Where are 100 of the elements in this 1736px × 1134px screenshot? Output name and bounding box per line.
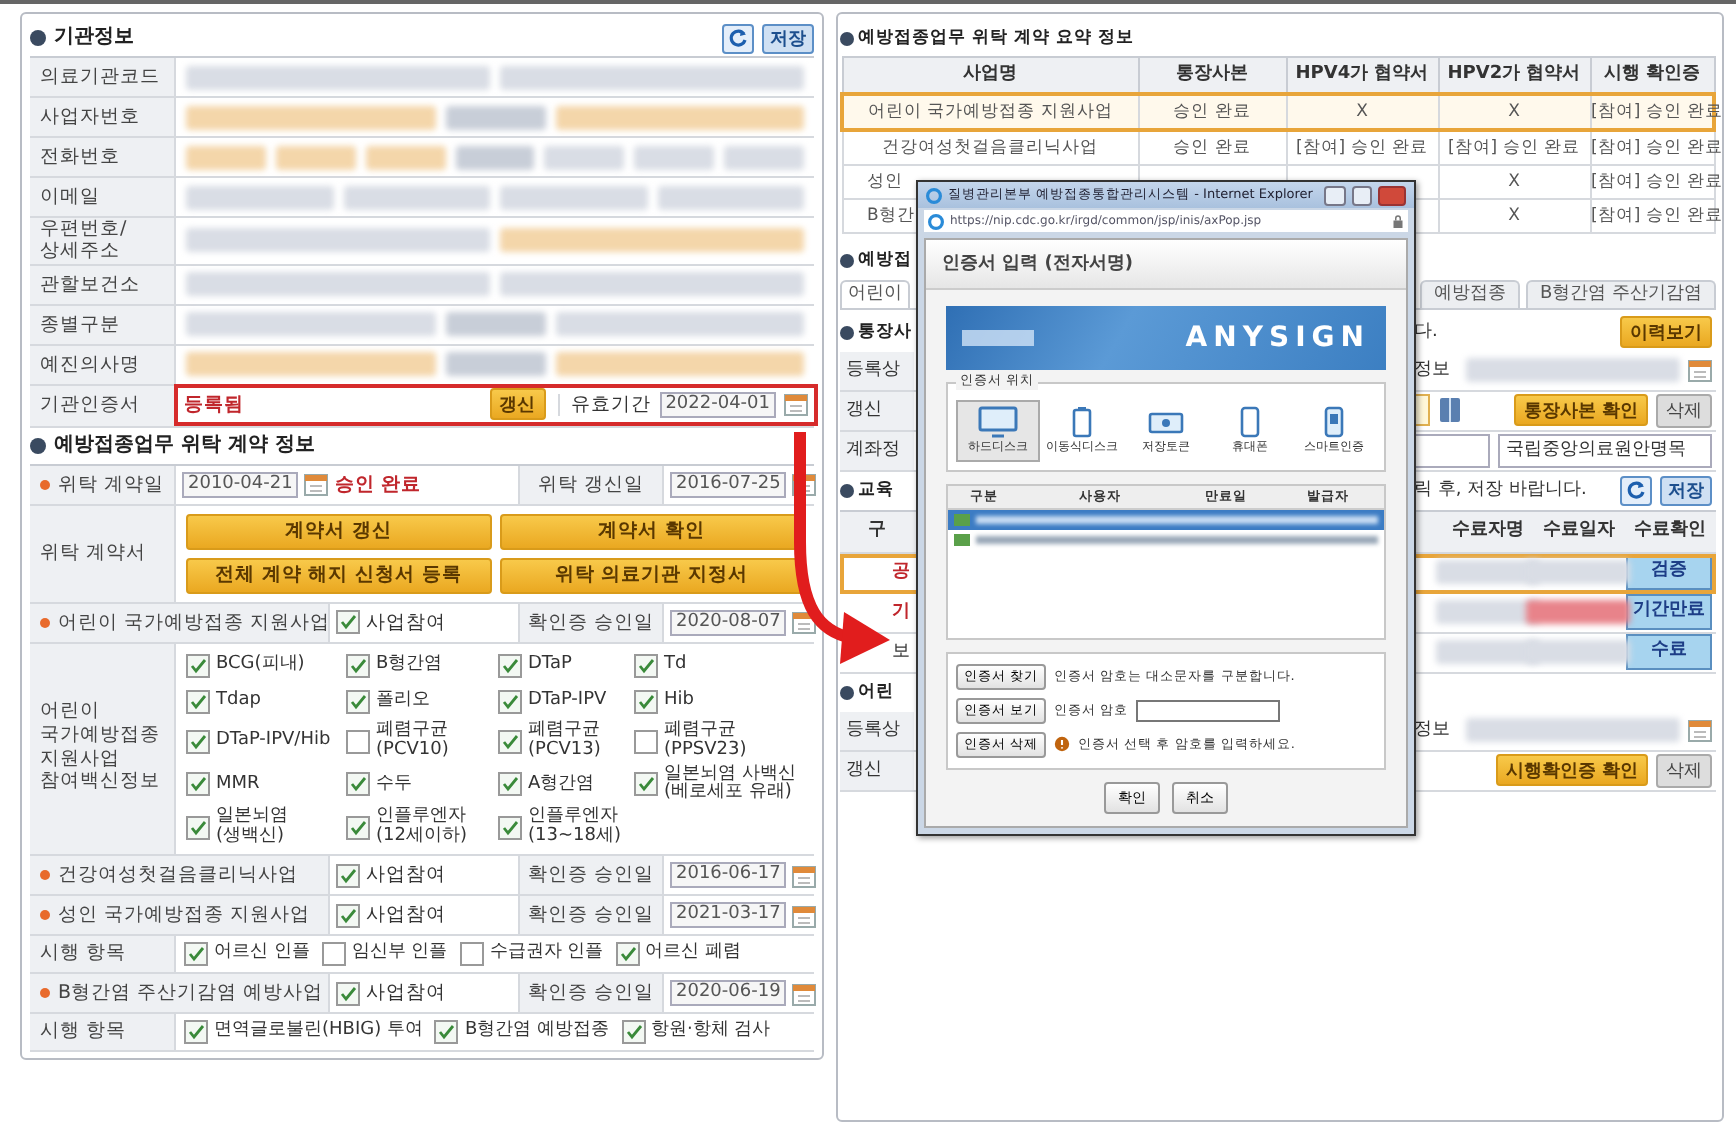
section-title: 어린	[858, 682, 894, 703]
row-label: 위탁 계약일	[58, 473, 165, 496]
section-title: 교육	[858, 480, 894, 501]
table-cell: X	[1356, 101, 1368, 122]
field-label: 확인증 승인일	[520, 856, 664, 895]
field-label: 유효기간	[557, 393, 652, 416]
row-label: 등록상	[840, 351, 914, 390]
checkbox-label: 어르신 인플	[214, 944, 310, 965]
table-cell: [참여] 승인 완료	[1295, 137, 1429, 158]
column-header: 수료자명	[1449, 520, 1526, 543]
checkbox-label: Tdap	[216, 691, 261, 712]
column-header: HPV2가 협약서	[1438, 57, 1590, 94]
checkbox-label: 임신부 인플	[351, 944, 448, 965]
row-label: 계좌정	[840, 431, 914, 470]
section-title: 기관정보	[54, 26, 134, 50]
checkbox-label: 어르신 폐렴	[645, 944, 741, 965]
row-label: 이메일	[30, 178, 176, 216]
row-label: 관할보건소	[30, 265, 176, 304]
row-label: 위탁 계약서	[30, 505, 176, 602]
checkbox-label: 항원·항체 검사	[651, 1022, 771, 1043]
checkbox-label: 일본뇌염 사백신 (베로세포 유래)	[664, 765, 796, 805]
checkbox-label: 사업참여	[366, 863, 446, 887]
table-cell: 건강여성첫걸음클리닉사업	[882, 137, 1098, 158]
checkbox-label: 사업참여	[366, 903, 446, 927]
row-label: 갱신	[840, 751, 914, 790]
checkbox-label: 사업참여	[366, 981, 446, 1005]
row-label: B형간염 주산기감염 예방사업	[58, 981, 324, 1005]
table-cell: X	[1508, 205, 1520, 226]
field-label: 확인증 승인일	[520, 896, 664, 935]
checkbox-label: B형간염	[376, 655, 443, 676]
checkbox-label: 폴리오	[376, 691, 430, 712]
table-cell: 공	[892, 561, 910, 584]
checkbox-label: DTaP	[528, 655, 572, 676]
checkbox-label: BCG(피내)	[216, 655, 305, 676]
checkbox-label: MMR	[216, 775, 260, 795]
table-cell: 성인	[867, 171, 903, 192]
row-label: 갱신	[840, 391, 914, 430]
table-cell: 승인 완료	[1173, 101, 1251, 122]
checkbox-label: 사업참여	[366, 611, 446, 634]
row-label: 의료기관코드	[30, 58, 176, 96]
row-label: 기관인증서	[30, 385, 176, 426]
column-header: 구	[866, 520, 888, 543]
row-label: 어린이 국가예방접종 지원사업 참여백신정보	[30, 643, 176, 855]
row-label: 성인 국가예방접종 지원사업	[58, 903, 311, 927]
status-text: 등록됨	[184, 393, 244, 416]
checkbox-label: A형간염	[528, 775, 595, 795]
column-header: 시행 확인증	[1590, 57, 1714, 94]
column-header: HPV4가 협약서	[1286, 57, 1438, 94]
checkbox-label: DTaP-IPV	[528, 691, 607, 712]
row-label: 정보	[1414, 359, 1452, 382]
row-label: 어린이 국가예방접종 지원사업	[58, 611, 331, 634]
column-header: 수료일자	[1541, 520, 1617, 543]
table-cell: X	[1508, 101, 1520, 122]
table-cell: B형간	[867, 205, 915, 226]
section-title: 예방접종업무 위탁 계약 요약 정보	[858, 27, 1134, 49]
checkbox-label: 폐렴구균 (PPSV23)	[664, 721, 747, 762]
table-cell: 어린이 국가예방접종 지원사업	[868, 101, 1113, 122]
row-label: 등록상	[840, 711, 914, 750]
field-label: 확인증 승인일	[520, 974, 664, 1013]
checkbox-label: 면역글로불린(HBIG) 투여	[214, 1022, 423, 1043]
row-label: 사업자번호	[30, 98, 176, 136]
section-title: 예방접	[858, 249, 912, 271]
row-label: 예진의사명	[30, 345, 176, 384]
table-cell: 보	[892, 641, 910, 664]
row-label: 종별구분	[30, 305, 176, 344]
table-cell: [참여] 승인 완료	[1591, 205, 1724, 226]
row-label: 우편번호/ 상세주소	[30, 218, 176, 264]
column-header: 수료확인	[1632, 520, 1709, 543]
field-label: 위탁 갱신일	[520, 465, 664, 504]
checkbox-label: B형간염 예방접종	[464, 1022, 610, 1043]
row-label: 건강여성첫걸음클리닉사업	[58, 863, 298, 887]
notice-text: 다.	[1414, 321, 1438, 344]
checkbox-label: 수급권자 인플	[489, 944, 604, 965]
section-title: 예방접종업무 위탁 계약 정보	[54, 433, 315, 458]
checkbox-label: 폐렴구균 (PCV13)	[528, 721, 601, 762]
column-header: 통장사본	[1138, 57, 1286, 94]
row-label: 시행 항목	[30, 1014, 176, 1051]
checkbox-label: 인플루엔자 (12세이하)	[376, 808, 467, 849]
column-header: 사업명	[842, 57, 1138, 94]
dialog-title: 인증서 입력 (전자서명)	[926, 240, 1406, 290]
brand-name: ANYSIGN	[1185, 321, 1370, 355]
table-cell: [참여] 승인 완료	[1591, 171, 1724, 192]
row-label: 시행 항목	[30, 936, 176, 973]
row-label: 전화번호	[30, 138, 176, 176]
checkbox-label: 인플루엔자 (13~18세)	[528, 808, 621, 849]
notice-text: 릭 후, 저장 바랍니다.	[1414, 479, 1587, 502]
checkbox-label: Td	[664, 655, 687, 676]
table-cell: [참여] 승인 완료	[1447, 137, 1581, 158]
checkbox-label: 일본뇌염 (생백신)	[216, 808, 288, 849]
section-title: 통장사	[858, 322, 912, 343]
table-cell: 승인 완료	[1173, 137, 1251, 158]
field-label: 확인증 승인일	[520, 603, 664, 642]
table-cell: X	[1508, 171, 1520, 192]
row-label: 정보	[1414, 719, 1452, 742]
checkbox-label: 폐렴구균 (PCV10)	[376, 721, 449, 762]
checkbox-label: Hib	[664, 691, 694, 712]
table-cell: 기	[892, 601, 910, 624]
checkbox-label: 수두	[376, 775, 412, 795]
status-text: 승인 완료	[334, 473, 422, 496]
checkbox-label: DTaP-IPV/Hib	[216, 731, 331, 752]
